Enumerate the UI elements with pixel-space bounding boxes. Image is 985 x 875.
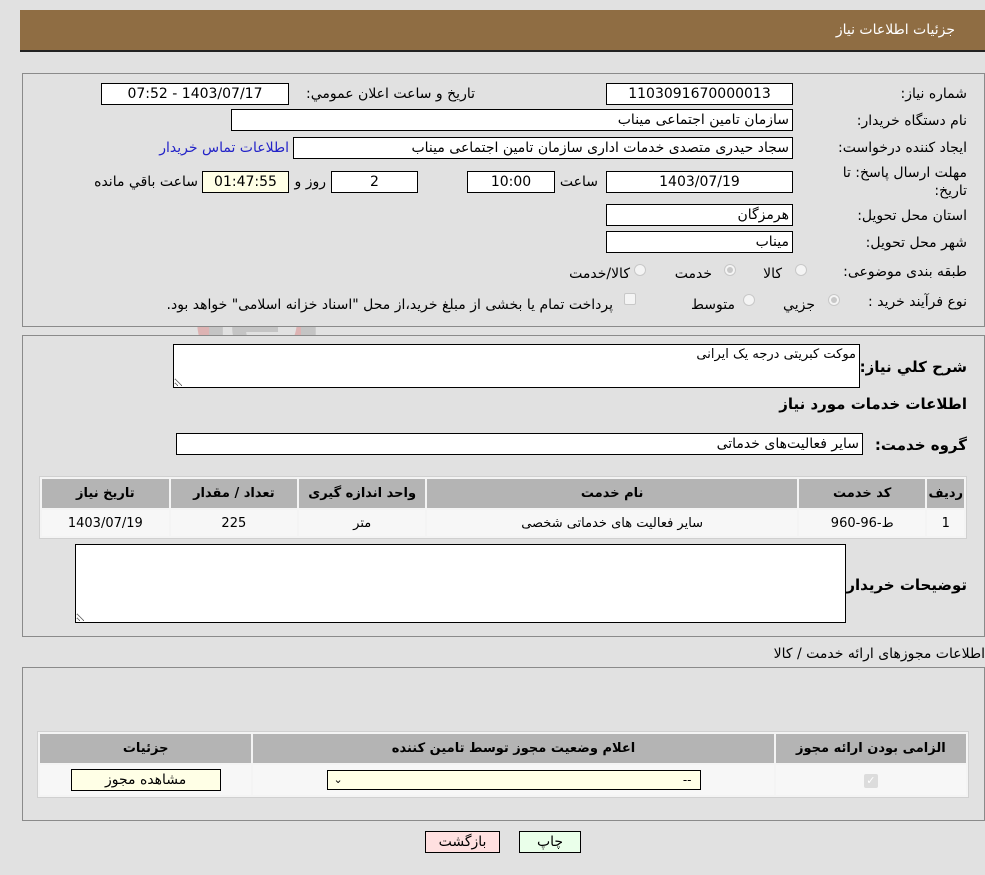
remaining-label: ساعت باقي مانده [94, 174, 198, 190]
col-unit: واحد اندازه گیری [299, 479, 426, 508]
creator-field: سجاد حیدری متصدی خدمات اداری سازمان تامی… [293, 137, 793, 159]
treasury-note: پرداخت تمام یا بخشی از مبلغ خرید،از محل … [166, 297, 613, 313]
permits-table: الزامی بودن ارائه مجوز اعلام وضعیت مجوز … [37, 731, 969, 798]
need-number-field: 1103091670000013 [606, 83, 793, 105]
col-need-date: تاریخ نیاز [42, 479, 169, 508]
permit-status-value: -- [682, 773, 692, 787]
col-permit-status: اعلام وضعیت مجوز توسط تامین کننده [253, 734, 774, 763]
days-label: روز و [294, 174, 327, 190]
category-radio-goods-service[interactable] [634, 264, 646, 276]
purchase-type-label-medium: متوسط [691, 297, 735, 313]
page-title: جزئیات اطلاعات نیاز [835, 22, 955, 38]
remaining-time-field: 01:47:55 [202, 171, 289, 193]
permits-section-title: اطلاعات مجوزهای ارائه خدمت / کالا [773, 646, 985, 662]
buyer-org-label: نام دستگاه خریدار: [856, 113, 967, 129]
cell-permit-required: ✓ [775, 765, 966, 795]
permit-required-checkbox: ✓ [863, 773, 878, 788]
need-number-label: شماره نیاز: [900, 86, 968, 102]
deadline-label-line2: تاریخ: [934, 183, 967, 199]
cell-permit-details: مشاهده مجوز [40, 765, 252, 795]
category-label-goods: کالا [763, 266, 782, 282]
cell-unit: متر [299, 510, 426, 536]
table-row: 1 ط-96-960 سایر فعالیت های خدماتی شخصی م… [42, 510, 964, 536]
services-table: ردیف کد خدمت نام خدمت واحد اندازه گیری ت… [39, 476, 967, 539]
city-field: میناب [606, 231, 793, 253]
back-button[interactable]: بازگشت [425, 831, 500, 853]
announce-label: تاریخ و ساعت اعلان عمومي: [306, 86, 475, 102]
days-field: 2 [331, 171, 418, 193]
creator-label: ایجاد کننده درخواست: [838, 140, 967, 156]
table-row: ✓ -- ⌄ مشاهده مجوز [40, 765, 966, 795]
print-button[interactable]: چاپ [519, 831, 581, 853]
category-radio-goods[interactable] [795, 264, 807, 276]
province-label: استان محل تحویل: [857, 208, 967, 224]
cell-service-code: ط-96-960 [798, 510, 926, 536]
province-field: هرمزگان [606, 204, 793, 226]
page-header: جزئیات اطلاعات نیاز [20, 10, 985, 52]
purchase-type-radio-partial[interactable] [828, 294, 840, 306]
col-permit-required: الزامی بودن ارائه مجوز [775, 734, 966, 763]
services-table-header: ردیف کد خدمت نام خدمت واحد اندازه گیری ت… [42, 479, 964, 508]
time-label: ساعت [559, 174, 598, 190]
chevron-down-icon: ⌄ [333, 773, 343, 786]
announce-field: 1403/07/17 - 07:52 [101, 83, 289, 105]
service-group-field: سایر فعالیت‌های خدماتی [176, 433, 863, 455]
view-permit-button[interactable]: مشاهده مجوز [70, 769, 221, 791]
service-group-label: گروه خدمت: [874, 436, 967, 454]
buyer-contact-link[interactable]: اطلاعات تماس خریدار [159, 140, 289, 156]
category-label-goods-service: کالا/خدمت [569, 266, 630, 282]
cell-permit-status: -- ⌄ [253, 765, 774, 795]
purchase-type-label-partial: جزیي [783, 297, 815, 313]
buyer-org-field: سازمان تامین اجتماعی میناب [231, 109, 793, 131]
purchase-type-label: نوع فرآیند خرید : [868, 294, 967, 310]
category-label: طبقه بندی موضوعی: [843, 264, 967, 280]
deadline-time-field: 10:00 [467, 171, 555, 193]
permit-status-select[interactable]: -- ⌄ [326, 770, 701, 790]
category-label-service: خدمت [674, 266, 712, 282]
col-permit-details: جزئیات [40, 734, 252, 763]
deadline-date-field: 1403/07/19 [606, 171, 793, 193]
buyer-notes-textarea[interactable] [75, 544, 846, 623]
treasury-checkbox[interactable] [624, 293, 636, 305]
cell-quantity: 225 [170, 510, 298, 536]
cell-row-number: 1 [927, 510, 964, 536]
deadline-label: مهلت ارسال پاسخ: تا تاریخ: [843, 164, 967, 200]
cell-need-date: 1403/07/19 [42, 510, 169, 536]
purchase-type-radio-medium[interactable] [743, 294, 755, 306]
cell-service-name: سایر فعالیت های خدماتی شخصی [427, 510, 797, 536]
city-label: شهر محل تحویل: [865, 235, 967, 251]
col-row-number: ردیف [927, 479, 964, 508]
category-radio-service[interactable] [724, 264, 736, 276]
permits-table-header: الزامی بودن ارائه مجوز اعلام وضعیت مجوز … [40, 734, 966, 763]
description-label: شرح کلي نیاز: [859, 358, 967, 376]
description-textarea[interactable]: موکت کبریتی درجه یک ایرانی [173, 344, 860, 388]
col-quantity: تعداد / مقدار [170, 479, 298, 508]
col-service-name: نام خدمت [427, 479, 797, 508]
buyer-notes-label: توضیحات خریدار: [840, 576, 967, 594]
col-service-code: کد خدمت [798, 479, 926, 508]
deadline-label-line1: مهلت ارسال پاسخ: تا [842, 165, 967, 181]
services-heading: اطلاعات خدمات مورد نیاز [779, 395, 967, 413]
